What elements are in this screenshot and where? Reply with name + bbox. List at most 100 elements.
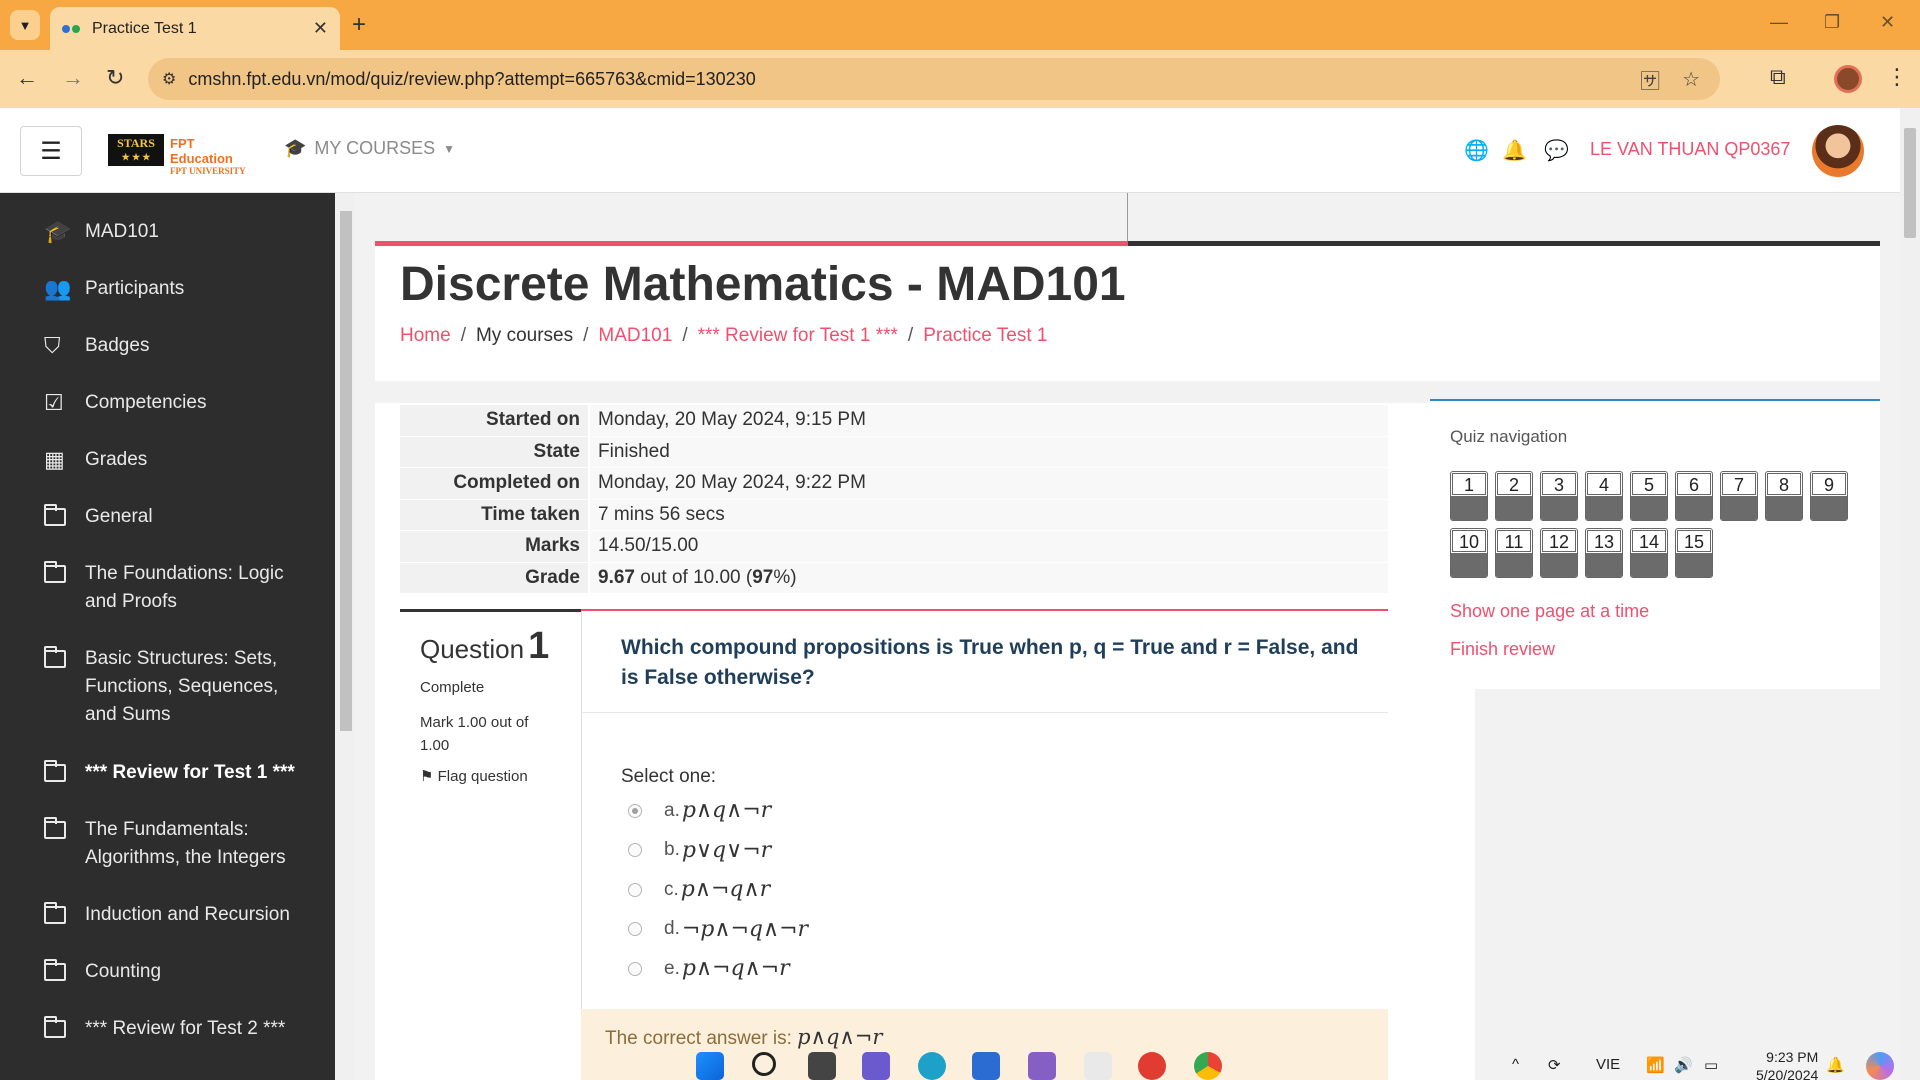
quiz-nav-button-4[interactable]: 4 (1585, 471, 1623, 521)
notification-bell-icon[interactable]: 🔔 (1502, 138, 1527, 163)
stars-logo[interactable]: STARS ★ ★ ★ (108, 134, 164, 166)
visual-studio-icon[interactable] (1028, 1052, 1056, 1080)
page-scrollbar[interactable] (1900, 108, 1920, 1080)
forward-arrow-icon[interactable]: → (62, 65, 84, 91)
tab-title: Practice Test 1 (92, 19, 197, 37)
answer-option[interactable]: a. p∧q∧¬r (628, 791, 808, 831)
quiz-nav-answered-indicator (1811, 496, 1847, 520)
quiz-nav-button-15[interactable]: 15 (1675, 528, 1713, 578)
sidebar-item-badges[interactable]: ⛉ Badges (0, 335, 335, 360)
fpt-logo[interactable]: FPT Education FPT UNIVERSITY (170, 136, 250, 176)
grade-percent: 97 (752, 566, 774, 588)
my-courses-menu[interactable]: 🎓 MY COURSES ▼ (284, 138, 455, 159)
sync-icon[interactable]: ⟳ (1548, 1056, 1561, 1074)
answer-option[interactable]: d. ¬p∧¬q∧¬r (628, 910, 808, 950)
breadcrumb-quiz[interactable]: Practice Test 1 (923, 325, 1047, 347)
answer-option[interactable]: e. p∧¬q∧¬r (628, 949, 808, 989)
more-menu-icon[interactable]: ⋮ (1886, 64, 1908, 90)
sidebar-item-mad101[interactable]: 🎓 MAD101 (0, 221, 335, 246)
quiz-nav-button-8[interactable]: 8 (1765, 471, 1803, 521)
profile-avatar[interactable] (1834, 65, 1862, 93)
restore-icon[interactable]: ❐ (1824, 12, 1840, 33)
task-view-icon[interactable] (808, 1052, 836, 1080)
tab-close-icon[interactable]: ✕ (313, 18, 328, 39)
windows-start-icon[interactable] (696, 1052, 724, 1080)
language-indicator[interactable]: VIE (1596, 1056, 1620, 1073)
sidebar-item-counting[interactable]: Counting (0, 959, 335, 986)
battery-icon[interactable]: ▭ (1704, 1056, 1718, 1074)
close-window-icon[interactable]: ✕ (1880, 12, 1895, 33)
site-info-icon[interactable]: ⚙ (162, 69, 176, 89)
sidebar-item-induction[interactable]: Induction and Recursion (0, 902, 335, 929)
sidebar-scrollbar[interactable] (335, 193, 355, 1080)
minimize-icon[interactable]: — (1770, 12, 1788, 33)
quiz-nav-button-6[interactable]: 6 (1675, 471, 1713, 521)
sidebar-item-general[interactable]: General (0, 504, 335, 531)
browser-tab[interactable]: Practice Test 1 ✕ (50, 7, 340, 50)
quiz-nav-button-11[interactable]: 11 (1495, 528, 1533, 578)
sidebar-item-label: Participants (85, 278, 185, 299)
reload-icon[interactable]: ↻ (106, 65, 124, 91)
user-avatar[interactable] (1812, 125, 1864, 177)
answer-radio[interactable] (628, 922, 642, 937)
answer-option[interactable]: c. p∧¬q∧r (628, 870, 808, 910)
volume-icon[interactable]: 🔊 (1674, 1056, 1693, 1074)
edge-icon[interactable] (918, 1052, 946, 1080)
hamburger-menu-button[interactable]: ☰ (20, 126, 82, 176)
quiz-nav-button-3[interactable]: 3 (1540, 471, 1578, 521)
answer-radio[interactable] (628, 803, 642, 818)
quiz-nav-button-9[interactable]: 9 (1810, 471, 1848, 521)
sidebar-item-foundations[interactable]: The Foundations: Logic and Proofs (0, 561, 335, 616)
breadcrumb-home[interactable]: Home (400, 325, 451, 347)
quiz-nav-button-1[interactable]: 1 (1450, 471, 1488, 521)
quiz-nav-button-2[interactable]: 2 (1495, 471, 1533, 521)
bookmark-star-icon[interactable]: ☆ (1682, 67, 1700, 92)
sidebar-item-participants[interactable]: 👥 Participants (0, 278, 335, 303)
show-one-page-link[interactable]: Show one page at a time (1450, 601, 1649, 622)
address-bar[interactable]: ⚙ cmshn.fpt.edu.vn/mod/quiz/review.php?a… (148, 58, 1720, 100)
breadcrumb-course[interactable]: MAD101 (598, 325, 672, 347)
flag-question-link[interactable]: ⚑ Flag question (420, 767, 528, 785)
sidebar-item-basic-structures[interactable]: Basic Structures: Sets, Functions, Seque… (0, 646, 335, 729)
system-clock[interactable]: 9:23 PM 5/20/2024 (1756, 1048, 1818, 1080)
quiz-nav-button-10[interactable]: 10 (1450, 528, 1488, 578)
sidebar-item-fundamentals[interactable]: The Fundamentals: Algorithms, the Intege… (0, 817, 335, 872)
sidebar-item-review-test-2[interactable]: *** Review for Test 2 *** (0, 1016, 335, 1043)
translate-icon[interactable]: 🈂 (1640, 65, 1660, 94)
quiz-nav-button-5[interactable]: 5 (1630, 471, 1668, 521)
sidebar-item-competencies[interactable]: ☑ Competencies (0, 392, 335, 417)
answer-radio[interactable] (628, 961, 642, 976)
quiz-nav-button-12[interactable]: 12 (1540, 528, 1578, 578)
breadcrumb-section[interactable]: *** Review for Test 1 *** (698, 325, 898, 347)
snipping-tool-icon[interactable] (1084, 1052, 1112, 1080)
tray-chevron-up-icon[interactable]: ^ (1512, 1056, 1519, 1073)
wifi-icon[interactable]: 📶 (1646, 1056, 1665, 1074)
teams-icon[interactable] (862, 1052, 890, 1080)
page-scrollbar-thumb[interactable] (1904, 128, 1916, 238)
url-text[interactable]: cmshn.fpt.edu.vn/mod/quiz/review.php?att… (188, 69, 1618, 90)
quiz-nav-answered-indicator (1451, 553, 1487, 577)
sidebar-scrollbar-thumb[interactable] (340, 211, 352, 731)
new-tab-button[interactable]: + (352, 11, 366, 39)
tab-search-button[interactable]: ▼ (10, 10, 40, 40)
user-name[interactable]: LE VAN THUAN QP0367 (1590, 139, 1790, 160)
quiz-nav-button-14[interactable]: 14 (1630, 528, 1668, 578)
chrome-icon[interactable] (1194, 1052, 1222, 1080)
sidebar-item-review-test-1[interactable]: *** Review for Test 1 *** (0, 760, 335, 787)
copilot-icon[interactable] (1866, 1052, 1894, 1080)
notification-icon[interactable]: 🔔 (1826, 1056, 1845, 1074)
search-icon[interactable] (752, 1052, 776, 1076)
store-icon[interactable] (972, 1052, 1000, 1080)
sidebar-item-grades[interactable]: ▦ Grades (0, 449, 335, 474)
extensions-icon[interactable]: ⧉ (1770, 64, 1786, 90)
finish-review-link[interactable]: Finish review (1450, 639, 1555, 660)
quiz-nav-button-7[interactable]: 7 (1720, 471, 1758, 521)
wps-office-icon[interactable] (1138, 1052, 1166, 1080)
messages-chat-icon[interactable]: 💬 (1544, 138, 1569, 163)
quiz-nav-button-13[interactable]: 13 (1585, 528, 1623, 578)
answer-radio[interactable] (628, 843, 642, 858)
language-globe-icon[interactable]: 🌐 (1464, 138, 1489, 163)
back-arrow-icon[interactable]: ← (16, 65, 38, 91)
answer-option[interactable]: b. p∨q∨¬r (628, 831, 808, 871)
answer-radio[interactable] (628, 882, 642, 897)
